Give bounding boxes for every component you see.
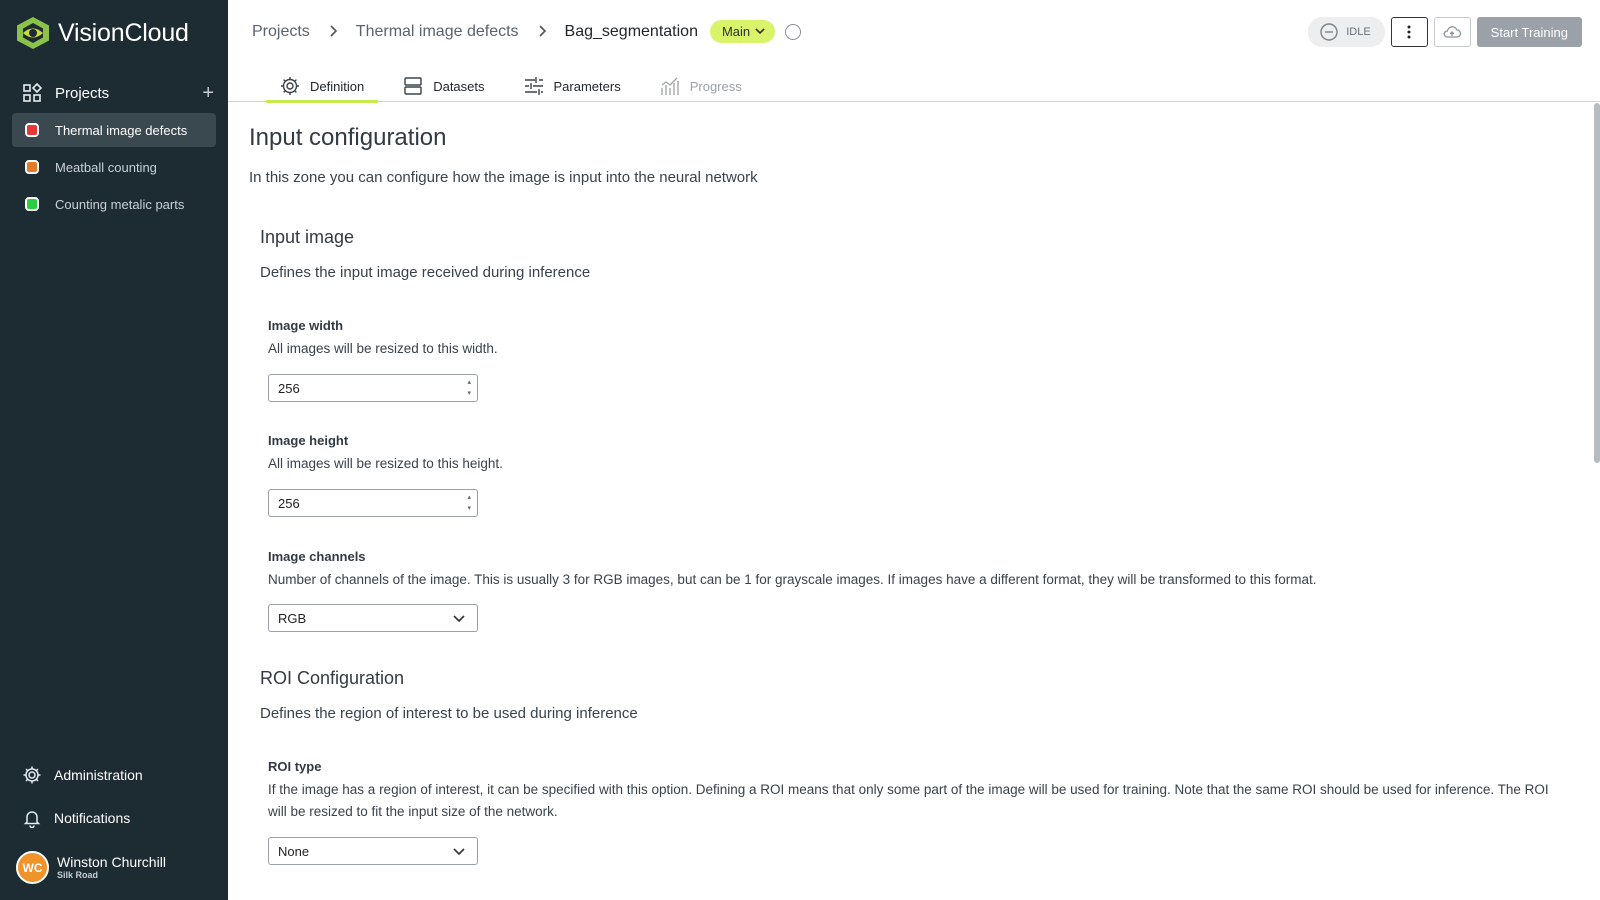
tab-datasets[interactable]: Datasets (389, 70, 498, 102)
sidebar-item-label: Counting metalic parts (55, 196, 185, 212)
image-height-value: 256 (278, 495, 300, 511)
tab-definition[interactable]: Definition (266, 70, 379, 103)
section-description-roi: Defines the region of interest to be use… (260, 705, 638, 722)
breadcrumb: Projects Thermal image defects Bag_segme… (252, 20, 802, 43)
chevron-down-icon (755, 28, 765, 35)
sidebar-item-notifications[interactable]: Notifications (22, 808, 222, 828)
sidebar-item-label: Thermal image defects (55, 122, 188, 138)
projects-grid-icon (23, 83, 42, 102)
roi-type-select[interactable]: None (268, 837, 478, 865)
cloud-upload-button[interactable] (1433, 17, 1471, 47)
breadcrumb-current: Bag_segmentation (564, 22, 698, 40)
logo[interactable]: VisionCloud (14, 16, 189, 50)
sliders-icon (524, 77, 543, 95)
page-title: Input configuration (249, 124, 447, 151)
sidebar-item-administration[interactable]: Administration (22, 765, 222, 785)
project-color-dot (25, 197, 39, 211)
chevron-right-icon (328, 24, 338, 40)
status-badge: IDLE (1308, 17, 1385, 47)
project-color-dot (25, 123, 39, 137)
idle-icon (1320, 23, 1338, 41)
top-bar: Projects Thermal image defects Bag_segme… (228, 0, 1600, 103)
more-vertical-icon (1407, 25, 1411, 39)
tab-parameters[interactable]: Parameters (510, 70, 635, 102)
add-project-button[interactable]: + (202, 83, 214, 103)
number-stepper[interactable]: ▴ ▾ (467, 492, 471, 514)
projects-label: Projects (55, 84, 110, 102)
image-channels-help: Number of channels of the image. This is… (268, 572, 1317, 587)
breadcrumb-projects[interactable]: Projects (252, 23, 310, 41)
image-width-label: Image width (268, 318, 344, 333)
sidebar: VisionCloud Projects + Thermal image def… (0, 0, 228, 900)
chart-icon (661, 77, 679, 95)
page-description: In this zone you can configure how the i… (249, 169, 758, 186)
sidebar-item-label: Meatball counting (55, 159, 157, 175)
visioncloud-logo-icon (17, 17, 49, 49)
roi-type-help: If the image has a region of interest, i… (268, 782, 1549, 819)
chevron-down-icon (453, 615, 465, 623)
app-name: VisionCloud (58, 18, 189, 47)
start-training-button[interactable]: Start Training (1476, 17, 1582, 47)
section-description-input-image: Defines the input image received during … (260, 264, 591, 281)
number-stepper[interactable]: ▴ ▾ (467, 377, 471, 399)
image-height-input[interactable]: 256 ▴ ▾ (268, 489, 478, 517)
bell-icon (23, 811, 41, 828)
header-actions: IDLE Start Training (1308, 17, 1582, 47)
user-profile[interactable]: WC Winston Churchill Silk Road (16, 851, 166, 884)
tab-label: Definition (310, 78, 365, 94)
user-name: Winston Churchill (57, 854, 166, 870)
branch-selector[interactable]: Main (709, 20, 776, 43)
tab-label: Parameters (553, 78, 621, 94)
gear-icon (281, 77, 299, 95)
image-height-help: All images will be resized to this heigh… (268, 456, 503, 471)
sidebar-item-counting-metalic-parts[interactable]: Counting metalic parts (12, 187, 216, 221)
image-height-label: Image height (268, 433, 349, 448)
user-org: Silk Road (57, 870, 99, 880)
chevron-down-icon (453, 848, 465, 856)
tab-bar: Definition Datasets Parameters Progress (266, 70, 767, 103)
projects-header: Projects + (22, 82, 214, 104)
image-width-input[interactable]: 256 ▴ ▾ (268, 374, 478, 402)
tab-progress[interactable]: Progress (646, 70, 756, 102)
gear-icon (23, 766, 41, 784)
cloud-icon (1443, 26, 1462, 38)
avatar: WC (16, 851, 49, 884)
tab-label: Progress (689, 78, 742, 94)
status-label: IDLE (1346, 26, 1371, 38)
image-channels-value: RGB (278, 610, 307, 626)
breadcrumb-project[interactable]: Thermal image defects (356, 23, 519, 41)
sidebar-item-thermal-image-defects[interactable]: Thermal image defects (12, 113, 216, 147)
administration-label: Administration (54, 767, 143, 783)
section-title-roi: ROI Configuration (260, 668, 405, 688)
image-channels-select[interactable]: RGB (268, 604, 478, 632)
notifications-label: Notifications (54, 810, 131, 826)
main-content: Input configuration In this zone you can… (228, 103, 1600, 900)
more-options-button[interactable] (1390, 17, 1428, 47)
image-channels-label: Image channels (268, 549, 366, 564)
database-icon (404, 77, 422, 95)
roi-type-label: ROI type (268, 759, 322, 774)
status-indicator (785, 23, 802, 40)
tab-label: Datasets (433, 78, 485, 94)
chevron-right-icon (537, 24, 547, 40)
image-width-value: 256 (278, 380, 300, 396)
scrollbar[interactable] (1594, 103, 1600, 463)
branch-label: Main (721, 24, 751, 39)
roi-type-value: None (278, 843, 310, 859)
project-color-dot (25, 160, 39, 174)
image-width-help: All images will be resized to this width… (268, 341, 498, 356)
sidebar-item-meatball-counting[interactable]: Meatball counting (12, 150, 216, 184)
section-title-input-image: Input image (260, 227, 355, 247)
